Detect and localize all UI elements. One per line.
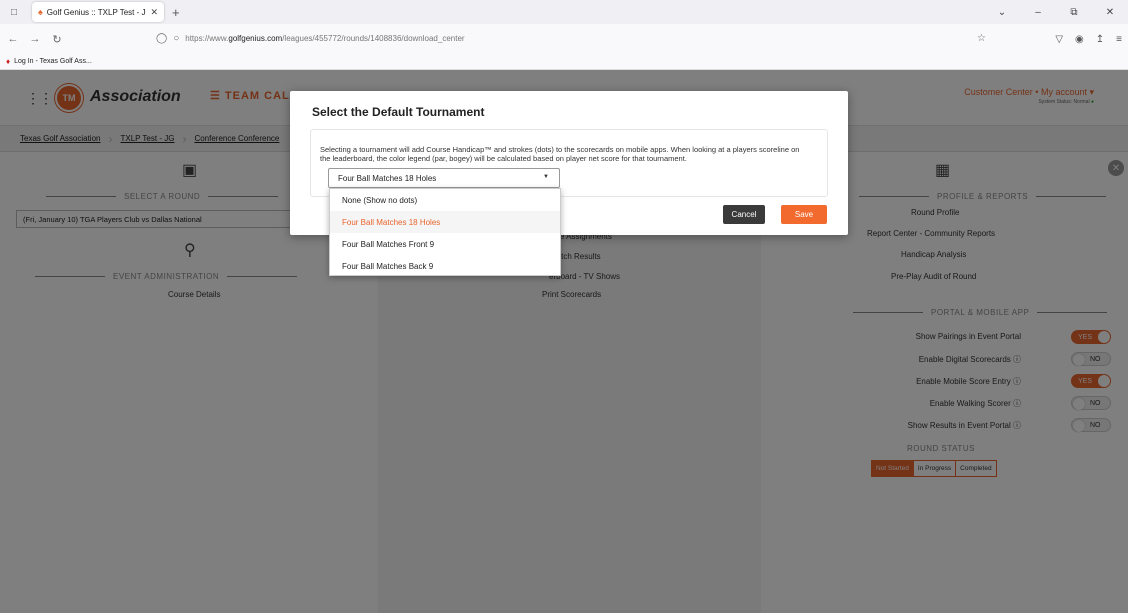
- new-tab-icon[interactable]: +: [172, 5, 180, 20]
- share-icon[interactable]: ↥: [1096, 34, 1104, 45]
- tab-bar: □ ♠ Golf Genius :: TXLP Test - JG : Co ✕…: [0, 0, 1128, 24]
- tab-list-icon[interactable]: □: [4, 3, 24, 21]
- golf-favicon-icon: ♠: [38, 7, 43, 17]
- modal-description: Selecting a tournament will add Course H…: [320, 145, 800, 163]
- dropdown-option[interactable]: Four Ball Matches Front 9: [330, 233, 560, 255]
- restore-icon[interactable]: ⧉: [1056, 7, 1092, 18]
- modal-title: Select the Default Tournament: [312, 105, 485, 119]
- close-tab-icon[interactable]: ✕: [150, 7, 158, 18]
- url-bar[interactable]: ◯ ○ https://www.golfgenius.com/leagues/4…: [148, 27, 996, 49]
- shield-icon[interactable]: ◯: [156, 33, 167, 44]
- back-icon[interactable]: ←: [4, 33, 22, 45]
- tournament-select[interactable]: Four Ball Matches 18 Holes ▼: [328, 168, 560, 188]
- dropdown-option[interactable]: None (Show no dots): [330, 189, 560, 211]
- bookmark-link[interactable]: Log In - Texas Golf Ass...: [14, 58, 92, 65]
- account-icon[interactable]: ◉: [1075, 34, 1084, 45]
- forward-icon[interactable]: →: [26, 33, 44, 45]
- tournament-select-value: Four Ball Matches 18 Holes: [338, 173, 437, 183]
- url-text: https://www.golfgenius.com/leagues/45577…: [185, 33, 465, 43]
- dropdown-option[interactable]: Four Ball Matches 18 Holes: [330, 211, 560, 233]
- toolbar-icons: ▽ ◉ ↥ ≡: [1055, 24, 1122, 54]
- close-window-icon[interactable]: ✕: [1092, 7, 1128, 18]
- dropdown-option[interactable]: Four Ball Matches Back 9: [330, 255, 560, 277]
- bookmark-star-icon[interactable]: ☆: [977, 33, 986, 44]
- tab-title: Golf Genius :: TXLP Test - JG : Co: [46, 7, 147, 17]
- menu-icon[interactable]: ≡: [1116, 34, 1122, 45]
- tournament-dropdown: None (Show no dots) Four Ball Matches 18…: [329, 188, 561, 276]
- save-button[interactable]: Save: [781, 205, 827, 224]
- cancel-button[interactable]: Cancel: [723, 205, 765, 224]
- window-controls: ⌄ – ⧉ ✕: [984, 0, 1128, 24]
- bookmarks-bar: ♦ Log In - Texas Golf Ass...: [0, 54, 1128, 70]
- tab-overflow-icon[interactable]: ⌄: [984, 7, 1020, 18]
- browser-tab[interactable]: ♠ Golf Genius :: TXLP Test - JG : Co ✕: [32, 2, 164, 22]
- chevron-down-icon: ▼: [543, 174, 549, 180]
- lock-icon[interactable]: ○: [173, 33, 179, 44]
- nav-bar: ← → ↻ ◯ ○ https://www.golfgenius.com/lea…: [0, 24, 1128, 54]
- reload-icon[interactable]: ↻: [48, 33, 66, 46]
- pocket-icon[interactable]: ▽: [1055, 34, 1063, 45]
- minimize-icon[interactable]: –: [1020, 7, 1056, 18]
- texas-favicon-icon: ♦: [6, 57, 11, 66]
